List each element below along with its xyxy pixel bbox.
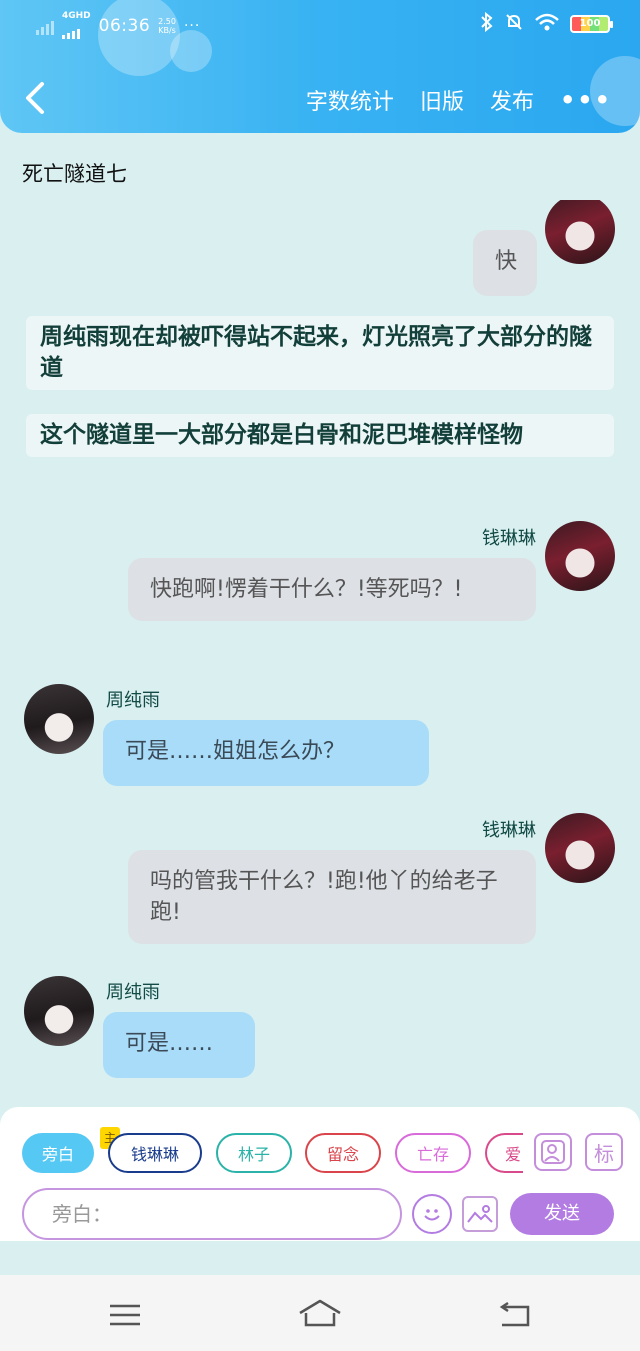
send-button[interactable]: 发送 — [510, 1193, 614, 1235]
more-options-button[interactable]: ••• — [560, 86, 612, 114]
speaker-name: 钱琳琳 — [482, 528, 536, 549]
tag-button[interactable]: 标 — [585, 1133, 623, 1171]
role-chip-qian-linlin[interactable]: 钱琳琳 — [108, 1133, 202, 1173]
status-more: ··· — [183, 17, 201, 34]
speaker-name: 钱琳琳 — [482, 820, 536, 841]
message-bubble[interactable]: 可是……姐姐怎么办？ — [103, 720, 429, 786]
image-icon — [467, 1205, 493, 1223]
menu-icon — [110, 1304, 140, 1326]
avatar-qian-linlin[interactable] — [545, 813, 615, 883]
speaker-name: 周纯雨 — [106, 690, 160, 711]
composer-panel: 旁白 主 钱琳琳 林子 留念 亡存 爱 标 旁白： 发送 — [0, 1107, 640, 1241]
wifi-icon — [534, 12, 560, 36]
avatar-zhou-chunyu[interactable] — [24, 684, 94, 754]
person-card-icon — [541, 1140, 565, 1164]
speed-value: 2.50 — [158, 16, 176, 26]
network-speed: 2.50 KB/s — [158, 17, 176, 35]
home-key[interactable] — [298, 1299, 342, 1333]
publish-button[interactable]: 发布 — [490, 84, 534, 116]
avatar-qian-linlin[interactable] — [545, 200, 615, 264]
system-nav-bar — [0, 1275, 640, 1351]
role-chip-liunian[interactable]: 留念 — [305, 1133, 381, 1173]
top-app-bar: 4GHD 06:36 2.50 KB/s ··· 100 字数统计 旧版 发布 … — [0, 0, 640, 133]
role-chip-linzi[interactable]: 林子 — [216, 1133, 292, 1173]
signal-strength-icon — [62, 21, 80, 39]
return-icon — [499, 1301, 530, 1327]
chat-area[interactable]: 快 周纯雨现在却被吓得站不起来，灯光照亮了大部分的隧道 这个隧道里一大部分都是白… — [0, 200, 640, 1105]
menu-key[interactable] — [108, 1303, 142, 1331]
mute-bell-icon — [504, 12, 524, 36]
image-button[interactable] — [462, 1196, 498, 1232]
role-chip-wangcun[interactable]: 亡存 — [395, 1133, 471, 1173]
back-button[interactable] — [18, 78, 54, 118]
avatar-zhou-chunyu[interactable] — [24, 976, 94, 1046]
chevron-left-icon — [26, 82, 44, 114]
back-key[interactable] — [498, 1301, 532, 1333]
network-type: 4GHD — [62, 11, 91, 21]
message-bubble[interactable]: 快跑啊!愣着干什么？!等死吗？! — [128, 558, 536, 621]
role-chip-narrator[interactable]: 旁白 — [22, 1133, 94, 1173]
home-icon — [299, 1299, 341, 1327]
add-role-button[interactable] — [534, 1133, 572, 1171]
tag-label: 标 — [594, 1141, 614, 1166]
role-chip-partial[interactable]: 爱 — [485, 1133, 523, 1173]
message-bubble[interactable]: 可是…… — [103, 1012, 255, 1078]
message-bubble[interactable]: 吗的管我干什么？!跑!他丫的给老子跑! — [128, 850, 536, 944]
word-count-button[interactable]: 字数统计 — [306, 84, 394, 116]
old-version-button[interactable]: 旧版 — [420, 84, 464, 116]
speed-unit: KB/s — [158, 25, 176, 35]
avatar-qian-linlin[interactable] — [545, 521, 615, 591]
battery-icon: 100 — [570, 15, 613, 33]
status-bar: 4GHD 06:36 2.50 KB/s ··· 100 — [0, 8, 640, 40]
clock: 06:36 — [98, 15, 151, 36]
message-input[interactable]: 旁白： — [22, 1188, 402, 1240]
message-bubble[interactable]: 快 — [473, 230, 537, 296]
narration-block[interactable]: 这个隧道里一大部分都是白骨和泥巴堆模样怪物 — [26, 414, 614, 457]
signal-icon — [36, 17, 54, 35]
chapter-title: 死亡隧道七 — [22, 162, 127, 186]
battery-level: 100 — [579, 18, 601, 29]
narration-block[interactable]: 周纯雨现在却被吓得站不起来，灯光照亮了大部分的隧道 — [26, 316, 614, 390]
emoji-button[interactable] — [412, 1194, 452, 1234]
bluetooth-icon — [480, 11, 494, 36]
smiley-icon — [424, 1209, 440, 1221]
speaker-name: 周纯雨 — [106, 982, 160, 1003]
